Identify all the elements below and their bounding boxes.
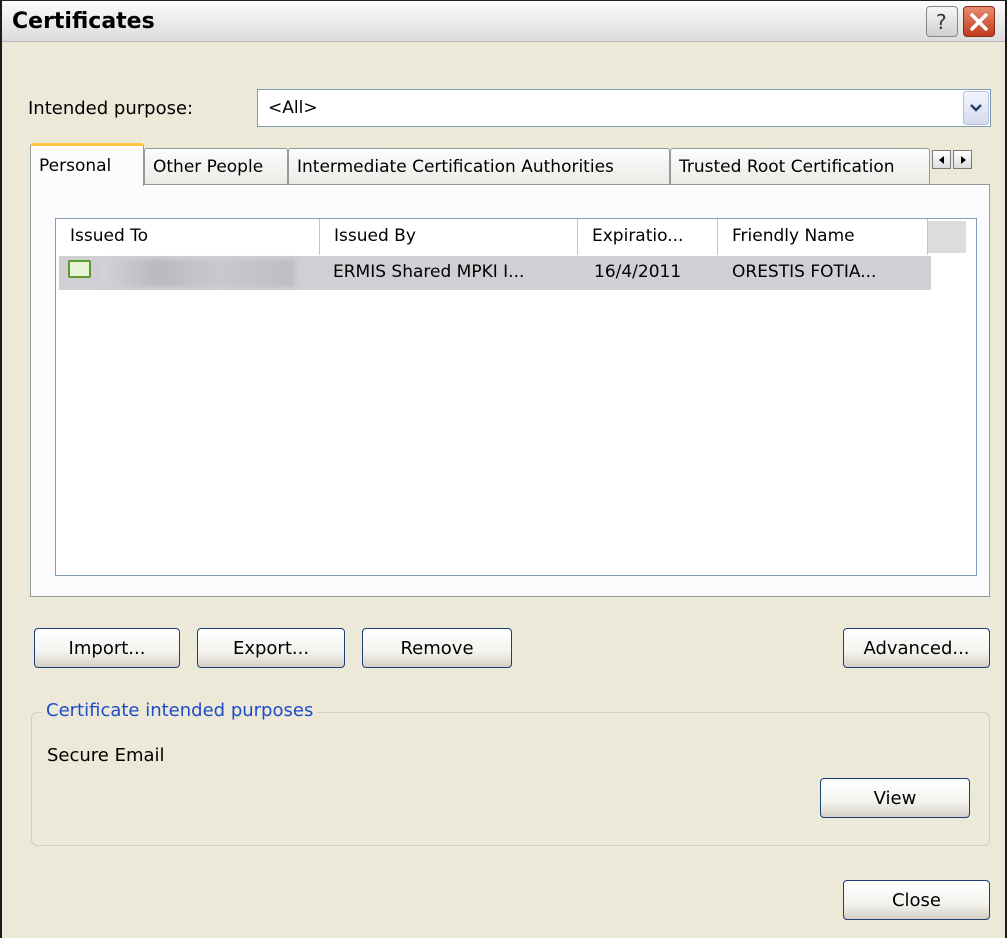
export-button[interactable]: Export...	[197, 628, 345, 668]
list-header: Issued To Issued By Expiratio... Friendl…	[56, 219, 976, 255]
certificate-store-tabs: Personal Other People Intermediate Certi…	[30, 143, 990, 186]
redacted-issued-to	[99, 259, 295, 287]
tab-trusted-root[interactable]: Trusted Root Certification	[670, 148, 930, 184]
close-button[interactable]: Close	[843, 880, 990, 920]
purpose-text: Secure Email	[47, 745, 165, 766]
table-row[interactable]: ERMIS Shared MPKI I... 16/4/2011 ORESTIS…	[59, 256, 931, 290]
cell-expiration: 16/4/2011	[594, 262, 682, 282]
column-label: Expiratio...	[592, 226, 684, 246]
column-label: Issued By	[334, 226, 416, 246]
intended-purpose-label: Intended purpose:	[28, 98, 194, 119]
tab-scroll-left-button[interactable]	[932, 150, 951, 169]
column-friendly-name[interactable]: Friendly Name	[718, 219, 928, 255]
header-filler	[928, 221, 966, 253]
help-icon: ?	[936, 11, 947, 33]
column-issued-by[interactable]: Issued By	[320, 219, 578, 255]
tab-intermediate-ca[interactable]: Intermediate Certification Authorities	[288, 148, 670, 184]
tab-panel-personal: Issued To Issued By Expiratio... Friendl…	[30, 184, 990, 597]
svg-text:?: ?	[936, 11, 947, 33]
certificates-dialog: Certificates ? Intended purpose: <All> P…	[0, 0, 1007, 938]
title-bar[interactable]: Certificates ?	[2, 0, 1005, 42]
group-title: Certificate intended purposes	[42, 700, 318, 721]
chevron-down-icon	[970, 104, 982, 112]
intended-purpose-value: <All>	[268, 98, 318, 118]
close-icon	[970, 12, 988, 31]
tab-personal[interactable]: Personal	[30, 143, 144, 186]
column-issued-to[interactable]: Issued To	[56, 219, 320, 255]
help-button[interactable]: ?	[926, 6, 958, 37]
column-label: Friendly Name	[732, 226, 855, 246]
certificate-list[interactable]: Issued To Issued By Expiratio... Friendl…	[55, 218, 977, 576]
window-title: Certificates	[12, 9, 155, 34]
tab-label: Personal	[39, 156, 112, 176]
arrow-right-icon	[960, 155, 966, 164]
cell-issued-by: ERMIS Shared MPKI I...	[333, 262, 525, 282]
dropdown-button[interactable]	[963, 91, 989, 125]
certificate-icon	[68, 260, 91, 278]
import-button[interactable]: Import...	[34, 628, 180, 668]
intended-purpose-select[interactable]: <All>	[257, 89, 991, 127]
view-button[interactable]: View	[820, 778, 970, 818]
remove-button[interactable]: Remove	[362, 628, 512, 668]
tab-label: Trusted Root Certification	[679, 157, 895, 177]
tab-other-people[interactable]: Other People	[144, 148, 288, 184]
column-label: Issued To	[70, 226, 149, 246]
arrow-left-icon	[938, 155, 944, 164]
tab-label: Other People	[153, 157, 264, 177]
cell-friendly-name: ORESTIS FOTIA...	[732, 262, 877, 282]
advanced-button[interactable]: Advanced...	[843, 628, 990, 668]
tab-scroll-right-button[interactable]	[953, 150, 972, 169]
column-expiration[interactable]: Expiratio...	[578, 219, 718, 255]
tab-label: Intermediate Certification Authorities	[297, 157, 614, 177]
close-window-button[interactable]	[963, 6, 995, 37]
